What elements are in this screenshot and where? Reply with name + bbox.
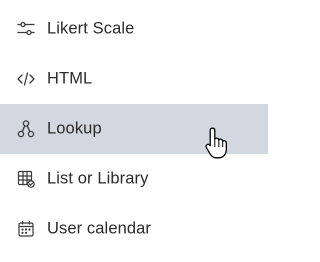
menu-item-label: User calendar [47, 219, 152, 238]
lookup-icon [16, 119, 36, 139]
menu-item-label: List or Library [47, 169, 149, 188]
table-icon [16, 169, 36, 189]
menu-item-user-calendar[interactable]: User calendar [0, 204, 268, 254]
calendar-icon [16, 219, 36, 239]
menu-item-likert-scale[interactable]: Likert Scale [0, 4, 268, 54]
menu-item-html[interactable]: HTML [0, 54, 268, 104]
sliders-icon [16, 19, 36, 39]
menu-item-label: Likert Scale [47, 19, 135, 38]
menu-item-label: HTML [47, 69, 93, 88]
menu-item-lookup[interactable]: Lookup [0, 104, 268, 154]
code-icon [16, 69, 36, 89]
menu-item-list-or-library[interactable]: List or Library [0, 154, 268, 204]
menu-item-label: Lookup [47, 119, 102, 138]
field-type-menu: Likert Scale HTML Lookup List or Library… [0, 0, 272, 262]
